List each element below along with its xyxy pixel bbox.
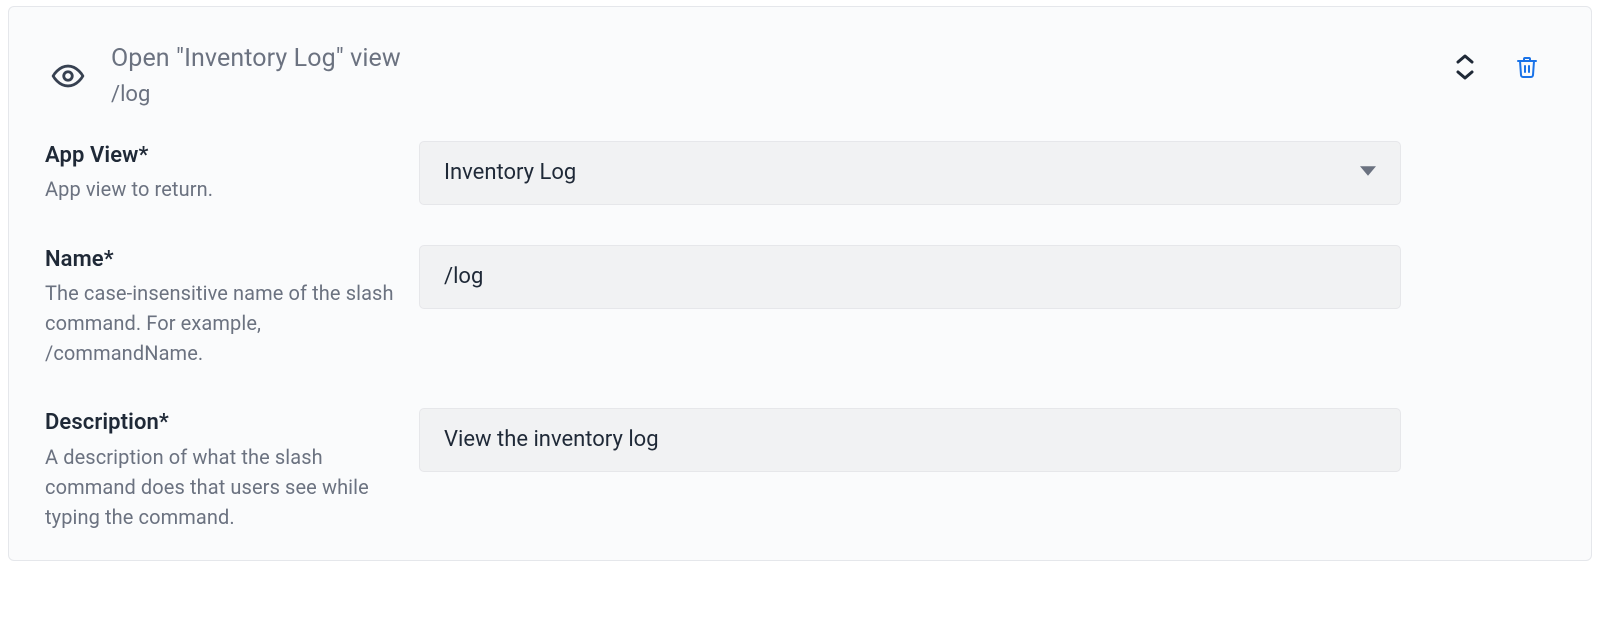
app-view-help: App view to return.: [45, 174, 403, 204]
app-view-label: App View*: [45, 141, 403, 171]
view-icon: [45, 43, 91, 93]
card-subtitle: /log: [111, 82, 1563, 107]
field-left: Name* The case-insensitive name of the s…: [45, 245, 419, 369]
field-row-description: Description* A description of what the s…: [45, 408, 1555, 532]
description-help: A description of what the slash command …: [45, 442, 403, 532]
name-help: The case-insensitive name of the slash c…: [45, 278, 403, 368]
eye-icon: [51, 59, 85, 93]
trash-icon: [1515, 55, 1539, 79]
name-label: Name*: [45, 245, 403, 275]
app-view-value: Inventory Log: [444, 160, 576, 185]
fields: App View* App view to return. Inventory …: [9, 119, 1591, 532]
description-label: Description*: [45, 408, 403, 438]
card-titles: Open "Inventory Log" view /log: [91, 43, 1563, 107]
field-right: [419, 245, 1555, 309]
card-title: Open "Inventory Log" view: [111, 43, 1563, 76]
description-input[interactable]: [419, 408, 1401, 472]
field-right: Inventory Log: [419, 141, 1555, 205]
field-left: Description* A description of what the s…: [45, 408, 419, 532]
field-row-name: Name* The case-insensitive name of the s…: [45, 245, 1555, 369]
field-left: App View* App view to return.: [45, 141, 419, 205]
card-actions: [1453, 53, 1539, 81]
delete-button[interactable]: [1515, 55, 1539, 79]
card-header: Open "Inventory Log" view /log: [9, 7, 1591, 119]
field-row-app-view: App View* App view to return. Inventory …: [45, 141, 1555, 205]
app-view-select[interactable]: Inventory Log: [419, 141, 1401, 205]
field-right: [419, 408, 1555, 472]
dropdown-caret-icon: [1360, 160, 1376, 185]
collapse-icon: [1453, 53, 1477, 81]
slash-command-card: Open "Inventory Log" view /log: [8, 6, 1592, 561]
collapse-button[interactable]: [1453, 53, 1477, 81]
name-input[interactable]: [419, 245, 1401, 309]
